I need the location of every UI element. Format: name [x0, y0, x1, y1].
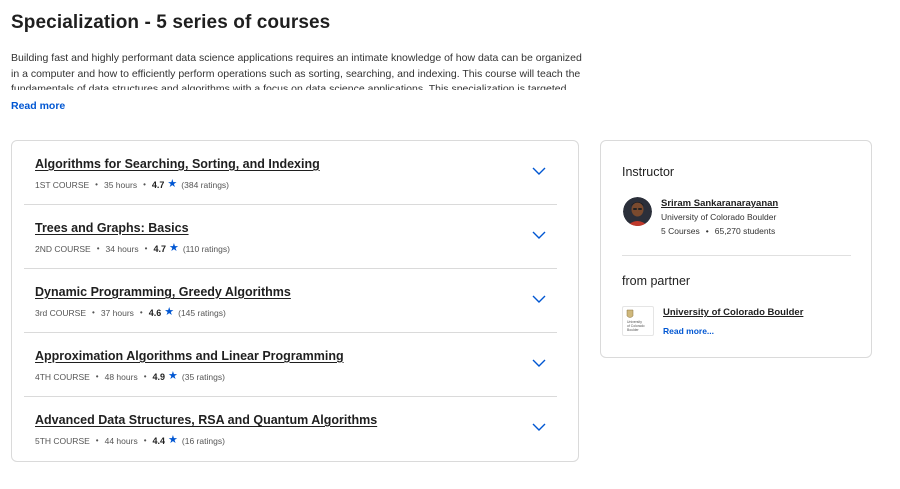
partner-name-link[interactable]: University of Colorado Boulder: [663, 307, 803, 318]
course-rating: 4.7: [153, 243, 166, 254]
instructor-name-link[interactable]: Sriram Sankaranarayanan: [661, 198, 778, 209]
separator-dot: •: [143, 372, 147, 381]
course-order: 5TH COURSE: [35, 435, 90, 446]
course-item[interactable]: Dynamic Programming, Greedy Algorithms 3…: [24, 269, 557, 333]
course-title-link[interactable]: Approximation Algorithms and Linear Prog…: [35, 349, 344, 363]
instructor-courses: 5 Courses: [661, 226, 700, 236]
instructor-heading: Instructor: [622, 165, 675, 179]
avatar[interactable]: [623, 197, 652, 226]
star-icon: ★: [168, 242, 179, 254]
star-icon: ★: [167, 178, 178, 190]
course-title-link[interactable]: Dynamic Programming, Greedy Algorithms: [35, 285, 291, 299]
course-item[interactable]: Trees and Graphs: Basics 2ND COURSE • 34…: [24, 205, 557, 269]
separator-dot: •: [705, 226, 709, 236]
partner-read-more-link[interactable]: Read more...: [663, 326, 714, 336]
chevron-down-icon[interactable]: [531, 229, 547, 241]
course-item[interactable]: Approximation Algorithms and Linear Prog…: [24, 333, 557, 397]
page-title: Specialization - 5 series of courses: [11, 12, 331, 33]
star-icon: ★: [164, 306, 175, 318]
separator-dot: •: [143, 436, 147, 445]
instructor-org: University of Colorado Boulder: [661, 212, 777, 222]
separator-dot: •: [95, 372, 99, 381]
partner-heading: from partner: [622, 274, 691, 288]
course-ratings-count: (145 ratings): [178, 307, 226, 318]
course-rating: 4.9: [152, 371, 166, 382]
course-duration: 44 hours: [104, 435, 138, 446]
course-duration: 48 hours: [104, 371, 138, 382]
separator-dot: •: [95, 436, 99, 445]
course-order: 1ST COURSE: [35, 179, 90, 190]
read-more-link[interactable]: Read more: [11, 100, 65, 112]
course-meta: 5TH COURSE • 44 hours • 4.4 ★ (16 rating…: [35, 435, 225, 446]
course-ratings-count: (384 ratings): [181, 179, 229, 190]
instructor-card: Instructor Sriram Sankaranarayanan Unive…: [600, 140, 872, 358]
separator-dot: •: [144, 244, 148, 253]
instructor-stats: 5 Courses • 65,270 students: [661, 226, 775, 236]
course-rating: 4.6: [148, 307, 162, 318]
star-icon: ★: [168, 370, 178, 382]
course-duration: 34 hours: [105, 243, 139, 254]
courses-list: Algorithms for Searching, Sorting, and I…: [11, 140, 579, 462]
course-meta: 3rd COURSE • 37 hours • 4.6 ★ (145 ratin…: [35, 307, 226, 318]
course-order: 4TH COURSE: [35, 371, 90, 382]
chevron-down-icon[interactable]: [531, 357, 547, 369]
divider: [622, 255, 851, 256]
specialization-description: Building fast and highly performant data…: [11, 52, 582, 90]
partner-logo[interactable]: University of Colorado Boulder: [622, 306, 654, 336]
course-rating: 4.7: [151, 179, 165, 190]
separator-dot: •: [143, 180, 146, 189]
course-ratings-count: (35 ratings): [181, 371, 225, 382]
svg-text:Boulder: Boulder: [627, 328, 640, 332]
course-title-link[interactable]: Trees and Graphs: Basics: [35, 221, 189, 235]
course-order: 3rd COURSE: [35, 307, 87, 318]
course-rating: 4.4: [152, 435, 166, 446]
star-icon: ★: [168, 434, 178, 446]
course-ratings-count: (16 ratings): [181, 435, 225, 446]
course-item[interactable]: Advanced Data Structures, RSA and Quantu…: [24, 397, 557, 461]
course-meta: 2ND COURSE • 34 hours • 4.7 ★ (110 ratin…: [35, 243, 230, 254]
course-duration: 37 hours: [100, 307, 134, 318]
course-meta: 1ST COURSE • 35 hours • 4.7 ★ (384 ratin…: [35, 179, 229, 190]
chevron-down-icon[interactable]: [531, 293, 547, 305]
course-item[interactable]: Algorithms for Searching, Sorting, and I…: [24, 141, 557, 205]
separator-dot: •: [139, 308, 143, 317]
course-title-link[interactable]: Algorithms for Searching, Sorting, and I…: [35, 157, 320, 171]
course-ratings-count: (110 ratings): [182, 243, 230, 254]
separator-dot: •: [96, 244, 100, 253]
separator-dot: •: [92, 308, 95, 317]
instructor-students: 65,270 students: [714, 226, 776, 236]
course-duration: 35 hours: [103, 179, 138, 190]
chevron-down-icon[interactable]: [531, 165, 547, 177]
course-title-link[interactable]: Advanced Data Structures, RSA and Quantu…: [35, 413, 377, 427]
separator-dot: •: [95, 180, 98, 189]
chevron-down-icon[interactable]: [531, 421, 547, 433]
course-meta: 4TH COURSE • 48 hours • 4.9 ★ (35 rating…: [35, 371, 225, 382]
course-order: 2ND COURSE: [35, 243, 91, 254]
